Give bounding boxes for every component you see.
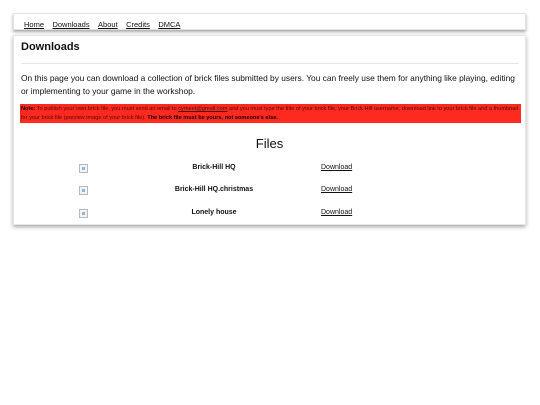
broken-image-icon	[79, 209, 88, 218]
files-heading: Files	[255, 136, 284, 151]
file-name: Brick-Hill HQ	[192, 164, 236, 171]
nav-home-link[interactable]: Home	[24, 20, 44, 29]
top-nav: Home Downloads About Credits DMCA	[13, 13, 526, 30]
download-link[interactable]: Download	[321, 209, 352, 216]
file-row: Brick-Hill HQ Download	[14, 164, 525, 178]
note-text-before: To publish your own brick file, you must…	[35, 106, 179, 112]
page-title: Downloads	[21, 41, 80, 53]
nav-about-link[interactable]: About	[98, 20, 118, 29]
file-name: Lonely house	[191, 209, 237, 216]
download-link[interactable]: Download	[321, 186, 352, 193]
nav-credits-link[interactable]: Credits	[126, 20, 150, 29]
note-label: Note:	[21, 106, 36, 112]
intro-text: On this page you can download a collecti…	[21, 73, 515, 96]
file-row: Brick-Hill HQ.christmas Download	[14, 186, 525, 200]
file-name: Brick-Hill HQ.christmas	[174, 186, 254, 193]
note-bold-text: The brick file must be yours, not someon…	[147, 114, 278, 121]
divider	[21, 63, 519, 64]
nav-dmca-link[interactable]: DMCA	[158, 20, 180, 29]
file-row: Lonely house Download	[14, 209, 525, 223]
downloads-panel: Downloads On this page you can download …	[13, 35, 526, 225]
download-link[interactable]: Download	[321, 164, 352, 171]
note-banner: Note: To publish your own brick file, yo…	[20, 104, 521, 123]
nav-downloads-link[interactable]: Downloads	[52, 20, 89, 29]
note-email-link[interactable]: cymeet@gmail.com	[178, 106, 227, 112]
broken-image-icon	[79, 186, 88, 195]
broken-image-icon	[79, 164, 88, 173]
